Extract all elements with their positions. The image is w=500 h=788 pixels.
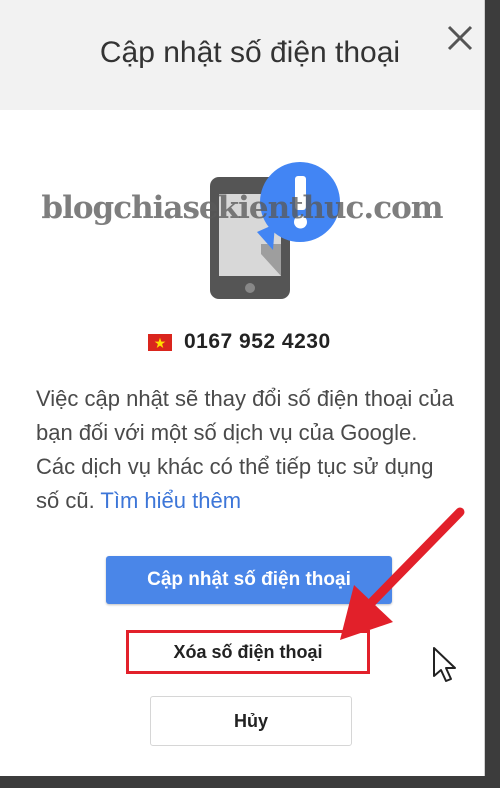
phone-alert-icon bbox=[205, 162, 355, 307]
vietnam-flag-icon bbox=[148, 333, 172, 351]
learn-more-link[interactable]: Tìm hiểu thêm bbox=[100, 488, 241, 513]
close-icon[interactable] bbox=[440, 18, 480, 58]
description-text: Việc cập nhật sẽ thay đổi số điện thoại … bbox=[36, 382, 461, 518]
phone-number-row: 0167 952 4230 bbox=[148, 328, 331, 356]
update-phone-button[interactable]: Cập nhật số điện thoại bbox=[106, 556, 392, 604]
phone-number: 0167 952 4230 bbox=[184, 330, 331, 353]
remove-phone-button[interactable]: Xóa số điện thoại bbox=[126, 630, 370, 674]
watermark: blogchiasekienthuc.com bbox=[41, 190, 443, 226]
cancel-button[interactable]: Hủy bbox=[150, 696, 352, 746]
mouse-cursor-icon bbox=[433, 647, 456, 682]
dialog-title: Cập nhật số điện thoại bbox=[99, 36, 401, 69]
update-phone-dialog: Cập nhật số điện thoại blogchiasekienthu… bbox=[0, 0, 485, 776]
description: Việc cập nhật sẽ thay đổi số điện thoại … bbox=[36, 386, 454, 513]
